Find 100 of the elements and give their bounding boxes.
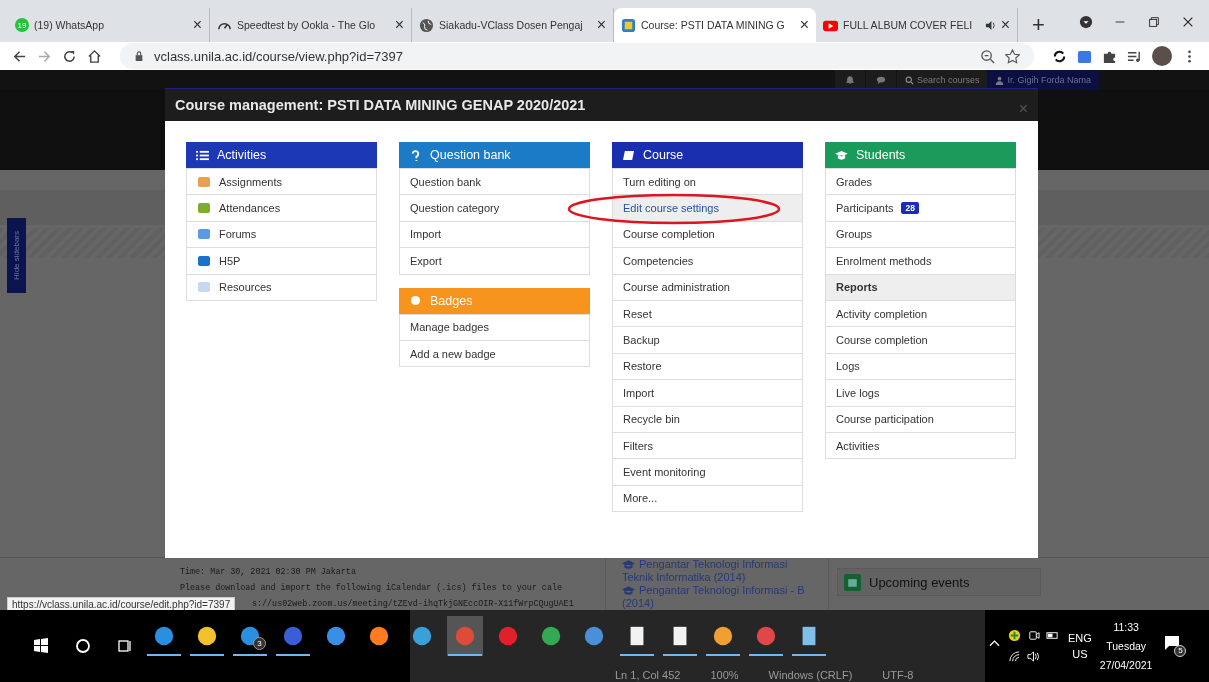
book-icon xyxy=(622,149,635,161)
section-header: Course xyxy=(612,142,803,168)
menu-link[interactable]: Course administration xyxy=(613,273,802,300)
menu-link[interactable]: Question bank xyxy=(400,168,589,195)
menu-link[interactable]: More... xyxy=(613,484,802,512)
menu-link[interactable]: Course participation xyxy=(826,405,1015,432)
language-indicator[interactable]: ENG US xyxy=(1068,630,1092,662)
notification-badge: 3 xyxy=(253,637,266,650)
notification-badge: 19 xyxy=(15,18,29,32)
wifi-icon[interactable] xyxy=(1008,650,1021,663)
extension-icon[interactable] xyxy=(1077,48,1092,64)
lock-icon xyxy=(134,51,144,61)
search-icon[interactable] xyxy=(75,638,91,654)
menu-link[interactable]: Enrolment methods xyxy=(826,247,1015,274)
announcement-text: s://us02web.zoom.us/meeting/tZEvd-ihqTkjGNEccOIR-X11fWrpCQugUAE1 xyxy=(252,598,575,610)
profile-avatar[interactable] xyxy=(1152,46,1172,66)
section-header: Students xyxy=(825,142,1016,168)
menu-link[interactable]: Assignments xyxy=(187,168,376,195)
menu-link[interactable]: Filters xyxy=(613,431,802,459)
close-tab-button[interactable]: × xyxy=(192,17,202,33)
menu-link[interactable]: Forums xyxy=(187,220,376,248)
close-tab-button[interactable]: × xyxy=(394,17,404,33)
speaker-icon[interactable] xyxy=(1027,650,1040,663)
zoom-out-icon[interactable] xyxy=(980,48,995,64)
graduation-cap-icon xyxy=(835,149,848,161)
tab-title: Course: PSTI DATA MINING G xyxy=(641,19,786,31)
dialog-title: Course management: PSTI DATA MINING GENAP 2020/2021 xyxy=(175,97,586,113)
camera-icon[interactable] xyxy=(1027,629,1040,642)
menu-link[interactable]: Backup xyxy=(613,326,802,353)
circle-icon xyxy=(409,295,422,307)
reload-icon[interactable] xyxy=(62,48,77,64)
user-icon xyxy=(995,75,1005,85)
block-title: Upcoming events xyxy=(869,574,970,590)
menu-link[interactable]: Groups xyxy=(826,220,1015,248)
notification-center-button[interactable]: 5 xyxy=(1164,635,1187,657)
section-heading: Reports xyxy=(826,273,1015,300)
dropdown-icon[interactable] xyxy=(1079,15,1093,29)
close-icon[interactable] xyxy=(1181,15,1195,29)
menu-link[interactable]: Add a new badge xyxy=(400,339,589,367)
menu-link[interactable]: Competencies xyxy=(613,247,802,274)
bell-icon[interactable] xyxy=(834,70,865,90)
menu-link[interactable]: H5P xyxy=(187,247,376,274)
close-tab-button[interactable]: × xyxy=(596,17,606,33)
menu-link[interactable]: Logs xyxy=(826,352,1015,380)
task-view-icon[interactable] xyxy=(117,638,133,654)
list-icon xyxy=(196,149,209,161)
menu-link[interactable]: Attendances xyxy=(187,194,376,221)
menu-link[interactable]: Resources xyxy=(187,273,376,300)
address-bar[interactable]: vclass.unila.ac.id/course/view.php?id=7397 xyxy=(120,43,1034,69)
course-category: Teknik Informatika (2014) xyxy=(622,571,747,584)
search-icon xyxy=(904,75,914,85)
sync-icon[interactable] xyxy=(1052,48,1067,64)
menu-link[interactable]: Export xyxy=(400,247,589,274)
chevron-up-icon[interactable] xyxy=(989,639,1000,647)
course-category: (2014) xyxy=(622,597,655,610)
clock[interactable]: 11:33 Tuesday 27/04/2021 xyxy=(1099,617,1153,675)
editor-status-text: Ln 1, Col 452 xyxy=(615,668,681,682)
menu-link[interactable]: Reset xyxy=(613,299,802,327)
question-icon xyxy=(409,149,422,161)
windows-start-icon[interactable] xyxy=(33,638,49,654)
menu-link[interactable]: Event monitoring xyxy=(613,458,802,485)
menu-link[interactable]: Course completion xyxy=(613,220,802,248)
menu-link[interactable]: Course completion xyxy=(826,326,1015,353)
menu-link[interactable]: Recycle bin xyxy=(613,405,802,432)
notification-count: 5 xyxy=(1174,645,1187,657)
menu-link[interactable]: Import xyxy=(400,220,589,248)
browser-tab[interactable]: Course: PSTI DATA MINING G × xyxy=(614,8,816,42)
battery-icon[interactable] xyxy=(1046,629,1059,642)
user-menu[interactable]: Ir. Gigih Forda Nama xyxy=(987,70,1099,90)
menu-link[interactable]: Question category xyxy=(400,194,589,221)
menu-link[interactable]: Participants 28 xyxy=(826,194,1015,221)
url-text: vclass.unila.ac.id/course/view.php?id=7397 xyxy=(154,48,403,64)
new-tab-button[interactable]: + xyxy=(1026,14,1051,36)
menu-link[interactable]: Import xyxy=(613,379,802,406)
section-header: Question bank xyxy=(399,142,590,168)
message-icon xyxy=(1164,635,1181,651)
taskbar-app[interactable]: 3 xyxy=(232,616,268,656)
home-icon[interactable] xyxy=(87,48,102,64)
menu-link[interactable]: Manage badges xyxy=(400,313,589,340)
site-logo-icon xyxy=(621,17,636,33)
close-tab-button[interactable]: × xyxy=(799,17,809,33)
search-courses-link[interactable]: Search courses xyxy=(896,70,988,90)
star-icon[interactable] xyxy=(1005,48,1020,64)
calendar-icon xyxy=(844,573,861,591)
section-header: Badges xyxy=(399,287,590,314)
menu-link[interactable]: Live logs xyxy=(826,379,1015,406)
hide-sidebars-tab[interactable]: Hide sidebars xyxy=(7,218,26,293)
plus-circle-icon[interactable] xyxy=(1008,629,1021,642)
restore-icon[interactable] xyxy=(1147,15,1161,29)
announcement-text: Time: Mar 30, 2021 02:30 PM Jakarta xyxy=(180,566,357,579)
graduation-cap-icon xyxy=(622,559,635,570)
menu-link[interactable]: Activity completion xyxy=(826,299,1015,327)
menu-link[interactable]: Activities xyxy=(826,431,1015,459)
menu-link[interactable]: Restore xyxy=(613,352,802,380)
speaker-icon[interactable] xyxy=(984,19,996,31)
tab-title: Speedtest by Ookla - The Glo xyxy=(237,19,377,31)
close-tab-button[interactable]: × xyxy=(1000,17,1010,33)
editor-status-text: 100% xyxy=(710,668,739,682)
section-header: Activities xyxy=(186,142,377,168)
menu-link[interactable]: Grades xyxy=(826,168,1015,195)
